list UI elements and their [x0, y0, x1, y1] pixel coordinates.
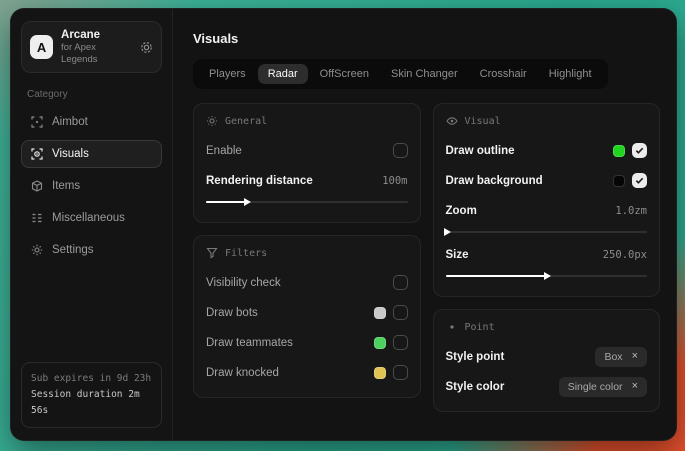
tab-radar[interactable]: Radar	[258, 64, 308, 84]
close-icon[interactable]: ×	[632, 351, 638, 362]
funnel-icon	[206, 247, 218, 259]
tab-crosshair[interactable]: Crosshair	[470, 64, 537, 84]
section-title: Filters	[225, 248, 267, 259]
draw-knocked-checkbox[interactable]	[393, 365, 408, 380]
zoom-value: 1.0zm	[615, 205, 647, 217]
sidebar: A Arcane for Apex Legends Category Aimbo…	[11, 9, 173, 440]
main-panel: Visuals Players Radar OffScreen Skin Cha…	[173, 9, 676, 440]
draw-background-color-swatch[interactable]	[613, 175, 625, 187]
visibility-check-checkbox[interactable]	[393, 275, 408, 290]
draw-bots-checkbox[interactable]	[393, 305, 408, 320]
session-duration-text: Session duration 2m 56s	[31, 387, 152, 419]
zoom-label: Zoom	[446, 205, 477, 217]
style-point-label: Style point	[446, 351, 505, 363]
tab-offscreen[interactable]: OffScreen	[310, 64, 379, 84]
draw-background-checkbox[interactable]	[632, 173, 647, 188]
visibility-check-label: Visibility check	[206, 277, 281, 289]
app-logo: A	[30, 35, 53, 59]
sidebar-item-items[interactable]: Items	[21, 172, 162, 200]
enable-checkbox[interactable]	[393, 143, 408, 158]
section-title: Visual	[465, 116, 501, 127]
draw-teammates-label: Draw teammates	[206, 337, 293, 349]
zoom-slider[interactable]	[446, 227, 648, 237]
point-icon	[446, 321, 458, 333]
rendering-distance-label: Rendering distance	[206, 175, 313, 187]
filters-card: Filters Visibility check Draw bots	[193, 235, 421, 398]
tab-highlight[interactable]: Highlight	[539, 64, 602, 84]
general-card: General Enable Rendering distance 100m	[193, 103, 421, 223]
sidebar-item-miscellaneous[interactable]: Miscellaneous	[21, 204, 162, 232]
style-color-value: Single color	[568, 381, 623, 393]
draw-bots-color-swatch[interactable]	[374, 307, 386, 319]
rendering-distance-slider[interactable]	[206, 197, 408, 207]
rendering-distance-value: 100m	[382, 175, 407, 187]
sidebar-item-label: Visuals	[52, 148, 89, 160]
draw-knocked-label: Draw knocked	[206, 367, 279, 379]
draw-outline-label: Draw outline	[446, 145, 515, 157]
draw-bots-label: Draw bots	[206, 307, 258, 319]
check-icon	[635, 176, 644, 185]
size-label: Size	[446, 249, 469, 261]
visual-card: Visual Draw outline Draw background	[433, 103, 661, 297]
subscription-info: Sub expires in 9d 23h Session duration 2…	[21, 362, 162, 428]
app-window: A Arcane for Apex Legends Category Aimbo…	[10, 8, 677, 441]
point-card: Point Style point Box × Style color Sing…	[433, 309, 661, 412]
style-point-value: Box	[604, 351, 622, 363]
tab-bar: Players Radar OffScreen Skin Changer Cro…	[193, 59, 608, 89]
app-subtitle: for Apex Legends	[61, 42, 132, 66]
sidebar-item-visuals[interactable]: Visuals	[21, 140, 162, 168]
category-label: Category	[27, 89, 156, 100]
tab-skin-changer[interactable]: Skin Changer	[381, 64, 468, 84]
package-icon	[31, 180, 43, 192]
style-point-select[interactable]: Box ×	[595, 347, 647, 367]
brand-card: A Arcane for Apex Legends	[21, 21, 162, 73]
slider-thumb[interactable]	[544, 272, 551, 280]
crosshair-icon	[31, 116, 43, 128]
close-icon[interactable]: ×	[632, 381, 638, 392]
style-color-select[interactable]: Single color ×	[559, 377, 647, 397]
gear-icon	[31, 244, 43, 256]
page-title: Visuals	[193, 31, 660, 46]
draw-outline-color-swatch[interactable]	[613, 145, 625, 157]
eye-icon	[446, 115, 458, 127]
sidebar-item-aimbot[interactable]: Aimbot	[21, 108, 162, 136]
draw-teammates-checkbox[interactable]	[393, 335, 408, 350]
draw-teammates-color-swatch[interactable]	[374, 337, 386, 349]
size-value: 250.0px	[603, 249, 647, 261]
app-name: Arcane	[61, 28, 132, 42]
enable-label: Enable	[206, 145, 242, 157]
grid-icon	[31, 212, 43, 224]
sidebar-item-settings[interactable]: Settings	[21, 236, 162, 264]
gear-icon[interactable]	[140, 41, 153, 54]
draw-outline-checkbox[interactable]	[632, 143, 647, 158]
sidebar-item-label: Aimbot	[52, 116, 88, 128]
sidebar-item-label: Settings	[52, 244, 94, 256]
size-slider[interactable]	[446, 271, 648, 281]
draw-background-label: Draw background	[446, 175, 543, 187]
sidebar-item-label: Miscellaneous	[52, 212, 125, 224]
sidebar-item-label: Items	[52, 180, 80, 192]
slider-thumb[interactable]	[444, 228, 451, 236]
section-title: Point	[465, 322, 495, 333]
eye-scan-icon	[31, 148, 43, 160]
tab-players[interactable]: Players	[199, 64, 256, 84]
draw-knocked-color-swatch[interactable]	[374, 367, 386, 379]
style-color-label: Style color	[446, 381, 505, 393]
general-icon	[206, 115, 218, 127]
sub-expires-text: Sub expires in 9d 23h	[31, 371, 152, 387]
slider-thumb[interactable]	[244, 198, 251, 206]
section-title: General	[225, 116, 267, 127]
check-icon	[635, 146, 644, 155]
